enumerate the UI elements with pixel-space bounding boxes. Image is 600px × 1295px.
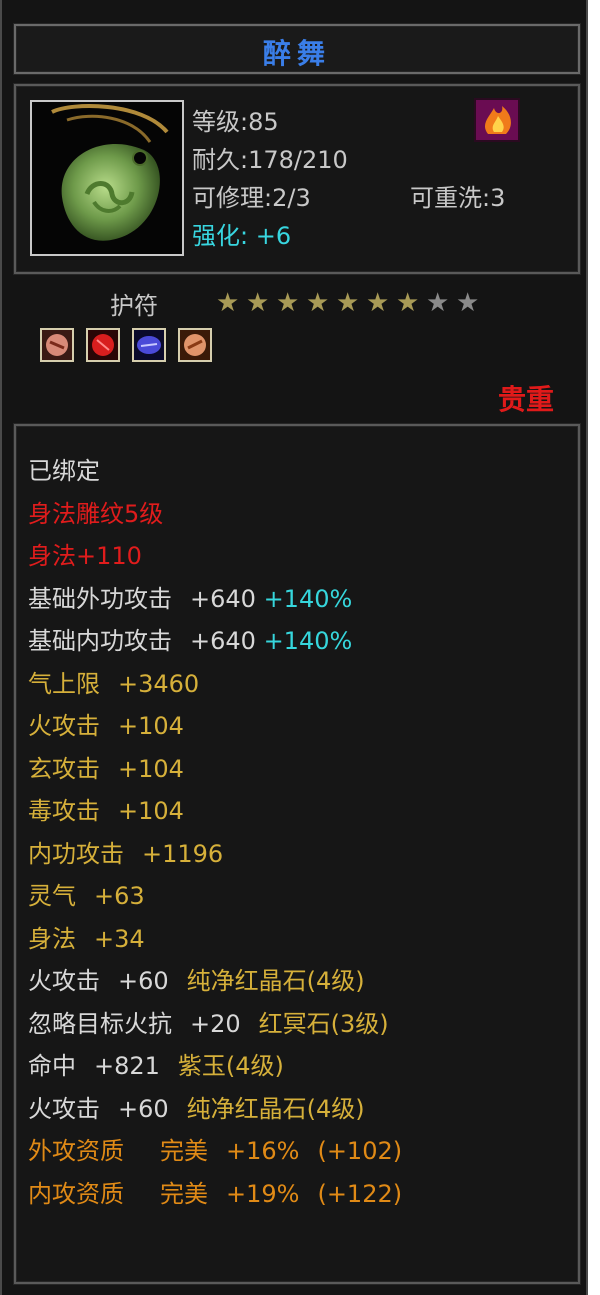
gem-line: 命中 +821 紫玉(4级) — [28, 1052, 284, 1080]
engraving-line: 身法雕纹5级 — [28, 500, 164, 528]
stat-line: 玄攻击 +104 — [28, 755, 184, 783]
star-filled-icon: ★ — [396, 288, 420, 318]
enhance-value: +6 — [255, 222, 292, 250]
item-rewash: 可重洗:3 — [410, 184, 506, 212]
star-filled-icon: ★ — [276, 288, 300, 318]
item-repairable: 可修理:2/3 — [192, 184, 311, 212]
pink-gem-icon[interactable] — [40, 328, 74, 362]
item-name: 醉舞 — [262, 37, 331, 70]
quality-line: 外攻资质 完美 +16% (+102) — [28, 1137, 403, 1165]
enhance-label: 强化: — [192, 222, 249, 250]
star-empty-icon: ★ — [426, 288, 450, 318]
item-level: 等级:85 — [192, 108, 279, 136]
base-int-attack-line: 基础内功攻击 +640 +140% — [28, 627, 353, 655]
star-empty-icon: ★ — [456, 288, 480, 318]
purple-gem-icon[interactable] — [132, 328, 166, 362]
stat-line: 内功攻击 +1196 — [28, 840, 224, 868]
gem-line: 火攻击 +60 纯净红晶石(4级) — [28, 967, 365, 995]
quality-line: 内攻资质 完美 +19% (+122) — [28, 1180, 403, 1208]
slot-type: 护符 — [110, 292, 158, 320]
stat-line: 气上限 +3460 — [28, 670, 200, 698]
item-enhance: 强化: +6 — [192, 216, 291, 251]
bound-status: 已绑定 — [28, 457, 100, 485]
background-strip — [588, 0, 600, 1295]
star-filled-icon: ★ — [336, 288, 360, 318]
engraving-bonus-line: 身法+110 — [28, 542, 142, 570]
stat-line: 火攻击 +104 — [28, 712, 184, 740]
attributes-panel: 已绑定 身法雕纹5级 身法+110 基础外功攻击 +640 +140% 基础内功攻… — [14, 424, 580, 1284]
stat-line: 毒攻击 +104 — [28, 797, 184, 825]
title-bar: 醉舞 — [14, 24, 580, 74]
orange-gem-icon[interactable] — [178, 328, 212, 362]
rarity-label: 贵重 — [497, 383, 554, 416]
info-panel: 等级:85 耐久:178/210 可修理:2/3 可重洗:3 强化: +6 — [14, 84, 580, 274]
star-filled-icon: ★ — [216, 288, 240, 318]
stat-line: 身法 +34 — [28, 925, 145, 953]
gem-line: 忽略目标火抗 +20 红冥石(3级) — [28, 1010, 389, 1038]
red-gem-icon[interactable] — [86, 328, 120, 362]
item-tooltip: 醉舞 等级:85 耐久:178/210 可修理:2/3 可重洗:3 强化: +6… — [0, 0, 588, 1295]
item-durability: 耐久:178/210 — [192, 146, 348, 174]
star-filled-icon: ★ — [366, 288, 390, 318]
star-filled-icon: ★ — [246, 288, 270, 318]
amulet-section: 护符 ★ ★ ★ ★ ★ ★ ★ ★ ★ 贵重 — [16, 280, 576, 416]
jade-amulet-icon[interactable] — [30, 100, 184, 256]
star-filled-icon: ★ — [306, 288, 330, 318]
stat-line: 灵气 +63 — [28, 882, 145, 910]
base-ext-attack-line: 基础外功攻击 +640 +140% — [28, 585, 353, 613]
fire-emblem-icon — [474, 98, 520, 142]
gem-line: 火攻击 +60 纯净红晶石(4级) — [28, 1095, 365, 1123]
